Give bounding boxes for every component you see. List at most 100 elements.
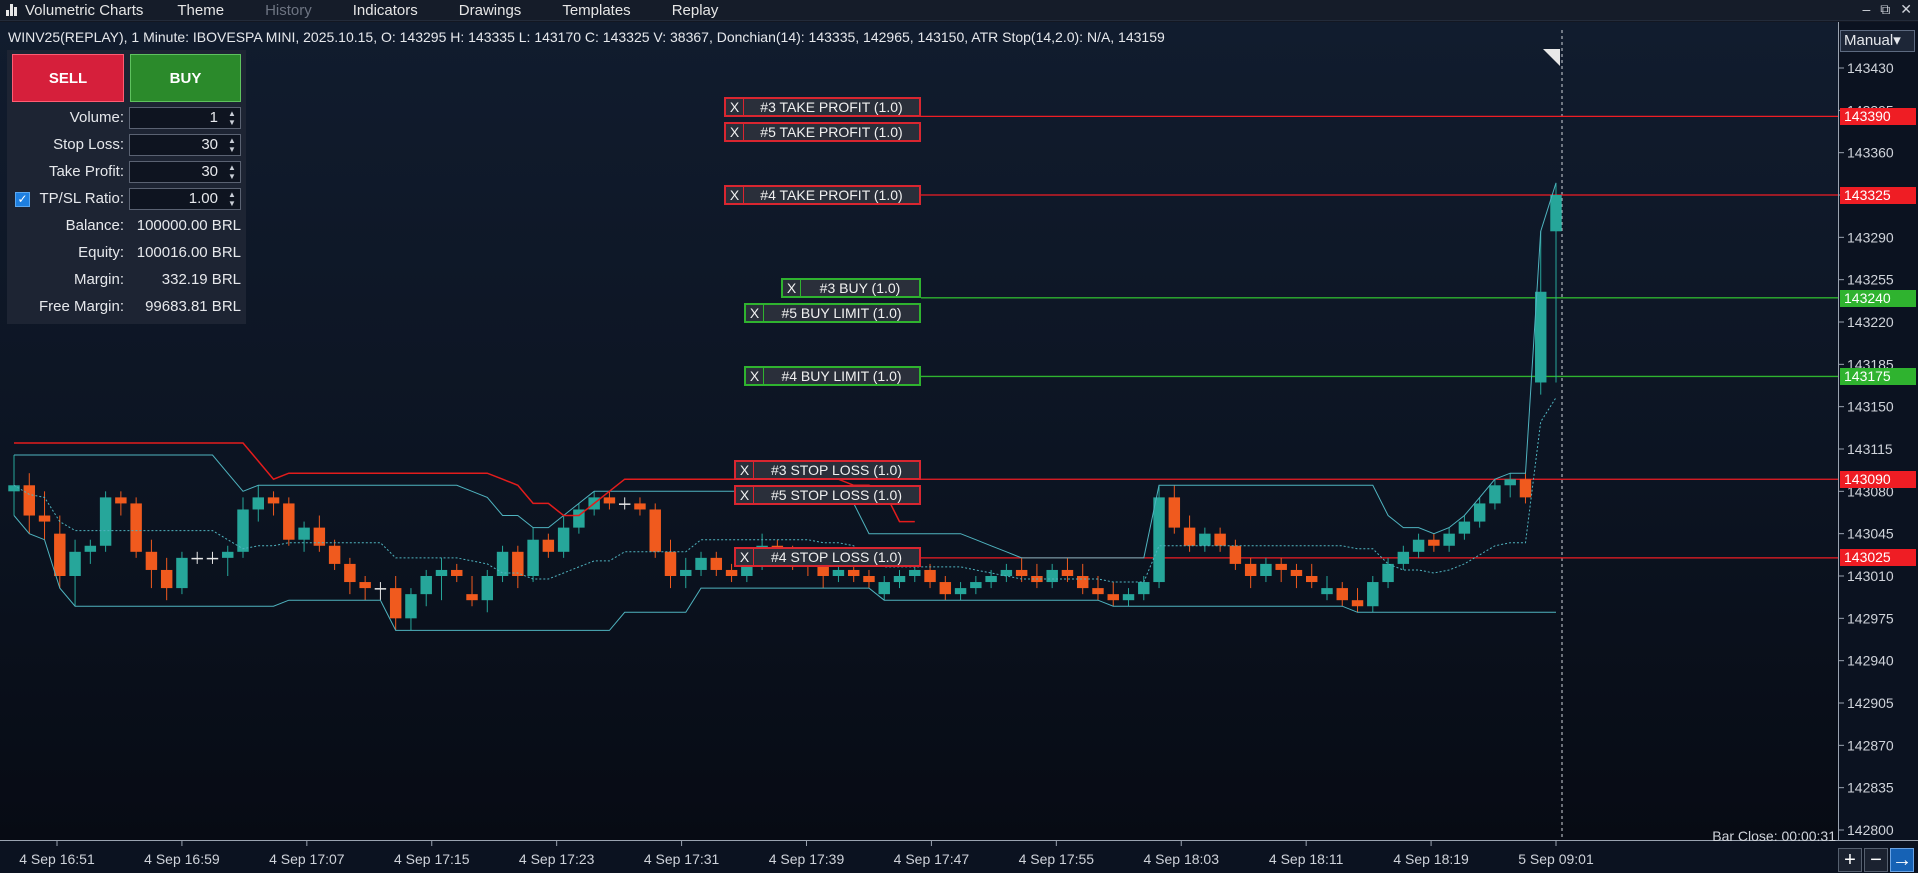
candle-body: [252, 497, 265, 510]
tpsl-ratio-checkbox[interactable]: ✓: [15, 192, 30, 207]
candle-body: [542, 539, 555, 552]
stepper-arrows-icon[interactable]: ▲ ▼: [226, 136, 238, 154]
stop-loss-stepper[interactable]: 30 ▲ ▼: [129, 134, 241, 156]
order-label: #4 TAKE PROFIT (1.0): [760, 187, 903, 203]
candle-body: [160, 569, 173, 589]
price-tick-label: 142905: [1847, 695, 1894, 711]
equity-label: Equity:: [78, 244, 124, 261]
menu-bar: Volumetric Charts Theme History Indicato…: [0, 0, 1918, 21]
price-tick-label: 143115: [1847, 441, 1893, 457]
close-order-icon[interactable]: X: [736, 549, 754, 565]
order-tag-4-buy-limit[interactable]: X #4 BUY LIMIT (1.0): [744, 366, 921, 386]
order-tag-3-buy[interactable]: X #3 BUY (1.0): [781, 278, 921, 298]
margin-label: Margin:: [73, 271, 124, 288]
stepper-arrows-icon[interactable]: ▲ ▼: [226, 190, 238, 208]
chart-canvas[interactable]: [0, 22, 1838, 840]
candle-body: [1153, 497, 1165, 583]
scroll-to-end-button[interactable]: →: [1890, 848, 1914, 872]
menu-drawings[interactable]: Drawings: [459, 2, 522, 19]
balance-label: Balance:: [65, 217, 124, 234]
candle-body: [298, 527, 310, 540]
price-tick-label: 143045: [1847, 526, 1894, 542]
close-icon[interactable]: ✕: [1900, 1, 1912, 18]
candle-body: [405, 594, 417, 619]
price-tick-label: 142835: [1847, 780, 1894, 796]
price-tick-label: 142975: [1847, 610, 1894, 626]
sell-button[interactable]: SELL: [12, 54, 124, 102]
candle-body: [954, 588, 967, 595]
stepper-arrows-icon[interactable]: ▲ ▼: [226, 163, 238, 181]
price-tick-label: 143010: [1847, 568, 1894, 584]
price-tick-label: 143255: [1847, 272, 1894, 288]
candle-body: [283, 503, 295, 540]
symbol-info-line: WINV25(REPLAY), 1 Minute: IBOVESPA MINI,…: [8, 29, 1165, 45]
chart-plot[interactable]: [0, 22, 1838, 840]
candle-body: [1092, 588, 1104, 595]
price-axis[interactable]: 1434301433951433601433251432901432551432…: [1838, 22, 1918, 840]
time-tick-label: 4 Sep 17:39: [769, 851, 845, 867]
close-order-icon[interactable]: X: [746, 368, 764, 384]
time-tick-label: 5 Sep 09:01: [1518, 851, 1594, 867]
minimize-icon[interactable]: –: [1862, 1, 1870, 18]
order-label: #5 STOP LOSS (1.0): [771, 487, 902, 503]
close-order-icon[interactable]: X: [726, 187, 744, 203]
scale-mode-dropdown[interactable]: Manual▾: [1840, 30, 1915, 52]
candle-body: [466, 594, 478, 601]
menu-theme[interactable]: Theme: [177, 2, 224, 19]
close-order-icon[interactable]: X: [746, 305, 764, 321]
zoom-in-button[interactable]: +: [1838, 848, 1862, 872]
price-tick-label: 143290: [1847, 229, 1894, 245]
close-order-icon[interactable]: X: [736, 462, 754, 478]
close-order-icon[interactable]: X: [726, 124, 744, 140]
candle-body: [664, 551, 677, 576]
app-logo-icon: [5, 3, 19, 17]
order-tag-5-take-profit[interactable]: X #5 TAKE PROFIT (1.0): [724, 122, 921, 142]
menu-replay[interactable]: Replay: [672, 2, 719, 19]
price-tick-label: 143220: [1847, 314, 1894, 330]
candle-body: [939, 582, 952, 595]
order-tag-5-stop-loss[interactable]: X #5 STOP LOSS (1.0): [734, 485, 921, 505]
candle-body: [420, 576, 432, 595]
buy-button[interactable]: BUY: [130, 54, 241, 102]
price-tick-label: 143360: [1847, 145, 1894, 161]
price-tag-entry: 143175: [1840, 368, 1916, 385]
volume-value: 1: [209, 109, 218, 126]
close-order-icon[interactable]: X: [736, 487, 754, 503]
order-tag-4-stop-loss[interactable]: X #4 STOP LOSS (1.0): [734, 547, 921, 567]
restore-icon[interactable]: ⧉: [1880, 1, 1890, 18]
order-tag-5-buy-limit[interactable]: X #5 BUY LIMIT (1.0): [744, 303, 921, 323]
candle-body: [115, 497, 127, 504]
order-tag-3-take-profit[interactable]: X #3 TAKE PROFIT (1.0): [724, 97, 921, 117]
candle-body: [847, 569, 860, 576]
close-order-icon[interactable]: X: [726, 99, 744, 115]
price-tick-label: 142940: [1847, 653, 1894, 669]
close-order-icon[interactable]: X: [783, 280, 801, 296]
candle-body: [1351, 600, 1364, 607]
order-tag-4-take-profit[interactable]: X #4 TAKE PROFIT (1.0): [724, 185, 921, 205]
zoom-out-button[interactable]: −: [1864, 848, 1888, 872]
candle-body: [359, 582, 371, 589]
candle-body: [1061, 569, 1074, 576]
candle-body: [1290, 569, 1303, 576]
candle-body: [893, 576, 906, 583]
take-profit-stepper[interactable]: 30 ▲ ▼: [129, 161, 241, 183]
candle-body: [54, 533, 66, 576]
stepper-arrows-icon[interactable]: ▲ ▼: [226, 109, 238, 127]
candle-body: [328, 545, 341, 564]
stop-loss-value: 30: [201, 136, 218, 153]
candle-body: [1519, 479, 1532, 498]
order-label: #4 STOP LOSS (1.0): [771, 549, 902, 565]
menu-indicators[interactable]: Indicators: [353, 2, 418, 19]
tpsl-ratio-stepper[interactable]: 1.00 ▲ ▼: [129, 188, 241, 210]
candle-body: [1015, 569, 1028, 576]
volume-label: Volume:: [69, 109, 124, 126]
candle-body: [1122, 594, 1135, 601]
window-controls: – ⧉ ✕: [1862, 1, 1912, 18]
volume-stepper[interactable]: 1 ▲ ▼: [129, 107, 241, 129]
order-tag-3-stop-loss[interactable]: X #3 STOP LOSS (1.0): [734, 460, 921, 480]
menu-history[interactable]: History: [265, 2, 312, 19]
candle-body: [374, 588, 387, 590]
menu-templates[interactable]: Templates: [562, 2, 630, 19]
time-axis[interactable]: 4 Sep 16:51 4 Sep 16:59 4 Sep 17:07 4 Sep 1…: [0, 840, 1918, 873]
candle-body: [435, 569, 448, 576]
